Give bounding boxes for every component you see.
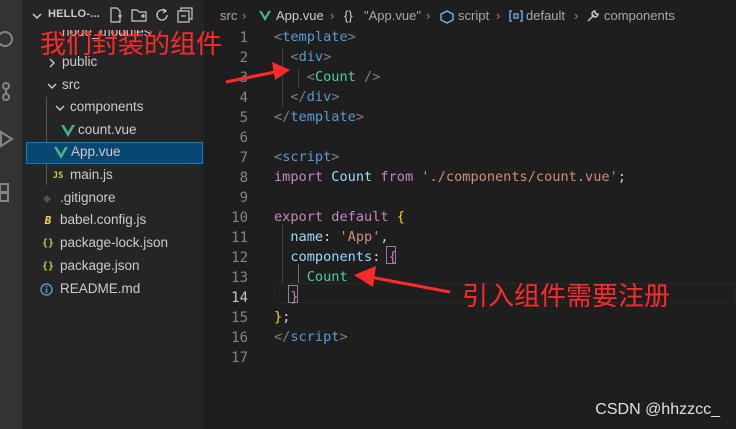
refresh-icon[interactable] (154, 7, 170, 23)
breadcrumb-default[interactable]: default (526, 8, 565, 23)
code-line[interactable]: 12 components: { (204, 248, 736, 268)
babel-file-icon: B (44, 214, 52, 227)
extensions-icon[interactable] (0, 180, 16, 202)
code-line[interactable]: 6 (204, 128, 736, 148)
git-file-icon (43, 195, 51, 203)
code-line[interactable]: 7 <script> (204, 148, 736, 168)
tree-item-count-vue[interactable]: count.vue (22, 120, 204, 142)
annotation-wrapped-component: 我们封装的组件 (40, 30, 223, 60)
wrench-icon (587, 10, 599, 22)
watermark: CSDN @hhzzcc_ (595, 401, 720, 418)
code-line[interactable]: 2 <div> (204, 48, 736, 68)
breadcrumb-module[interactable]: "App.vue" (364, 8, 421, 23)
code-line[interactable]: 5 </template> (204, 108, 736, 128)
info-icon (40, 283, 53, 296)
chevron-right-icon: › (242, 8, 247, 23)
json-file-icon: {} (41, 261, 55, 272)
chevron-right-icon: › (574, 8, 579, 23)
breadcrumb-file[interactable]: App.vue (276, 8, 324, 23)
source-control-icon[interactable] (0, 80, 16, 102)
breadcrumb: src › App.vue › {} "App.vue" › script › … (204, 5, 736, 27)
activity-bar (0, 0, 22, 429)
explorer-sidebar: HELLO-... node_modules public src compon… (22, 0, 204, 429)
tree-item-babel-config[interactable]: B babel.config.js (22, 210, 204, 232)
tree-item-main-js[interactable]: JS main.js (22, 165, 204, 187)
breadcrumb-components[interactable]: components (604, 8, 675, 23)
project-title[interactable]: HELLO-... (48, 8, 100, 20)
code-line[interactable]: 17 (204, 348, 736, 368)
tree-item-readme[interactable]: README.md (22, 279, 204, 301)
vue-file-icon (61, 125, 75, 137)
annotation-register-component: 引入组件需要注册 (462, 282, 671, 312)
js-file-icon: JS (52, 171, 64, 181)
code-line[interactable]: 9 (204, 188, 736, 208)
code-line[interactable]: 1 <template> (204, 28, 736, 48)
json-file-icon: {} (41, 238, 55, 249)
tree-item-components[interactable]: components (22, 97, 204, 119)
chevron-down-icon (47, 83, 57, 89)
new-file-icon[interactable] (108, 7, 124, 23)
code-line[interactable]: 11 name: 'App', (204, 228, 736, 248)
code-line[interactable]: 8 import Count from './components/count.… (204, 168, 736, 188)
symbol-namespace-icon (509, 10, 523, 22)
breadcrumb-src[interactable]: src (220, 8, 237, 23)
new-folder-icon[interactable] (131, 7, 147, 23)
braces-icon: {} (344, 8, 353, 23)
search-icon[interactable] (0, 28, 16, 50)
vue-file-icon (259, 10, 271, 22)
vue-file-icon (54, 147, 68, 159)
chevron-down-icon[interactable] (32, 11, 42, 21)
chevron-right-icon: › (496, 8, 501, 23)
run-debug-icon[interactable] (0, 128, 16, 150)
chevron-right-icon: › (330, 8, 335, 23)
tree-item-gitignore[interactable]: .gitignore (22, 188, 204, 210)
code-line[interactable]: 10 export default { (204, 208, 736, 228)
code-editor[interactable]: src › App.vue › {} "App.vue" › script › … (204, 0, 736, 429)
tree-item-app-vue[interactable]: App.vue (26, 142, 203, 164)
tree-item-package-json[interactable]: {} package.json (22, 256, 204, 278)
chevron-right-icon: › (426, 8, 431, 23)
collapse-all-icon[interactable] (177, 7, 193, 23)
code-line[interactable]: 4 </div> (204, 88, 736, 108)
tree-item-src[interactable]: src (22, 75, 204, 97)
code-line[interactable]: 16 </script> (204, 328, 736, 348)
chevron-down-icon (55, 105, 65, 111)
symbol-field-icon (440, 10, 454, 24)
breadcrumb-script[interactable]: script (458, 8, 489, 23)
tree-item-package-lock[interactable]: {} package-lock.json (22, 233, 204, 255)
code-line[interactable]: 3 <Count /> (204, 68, 736, 88)
